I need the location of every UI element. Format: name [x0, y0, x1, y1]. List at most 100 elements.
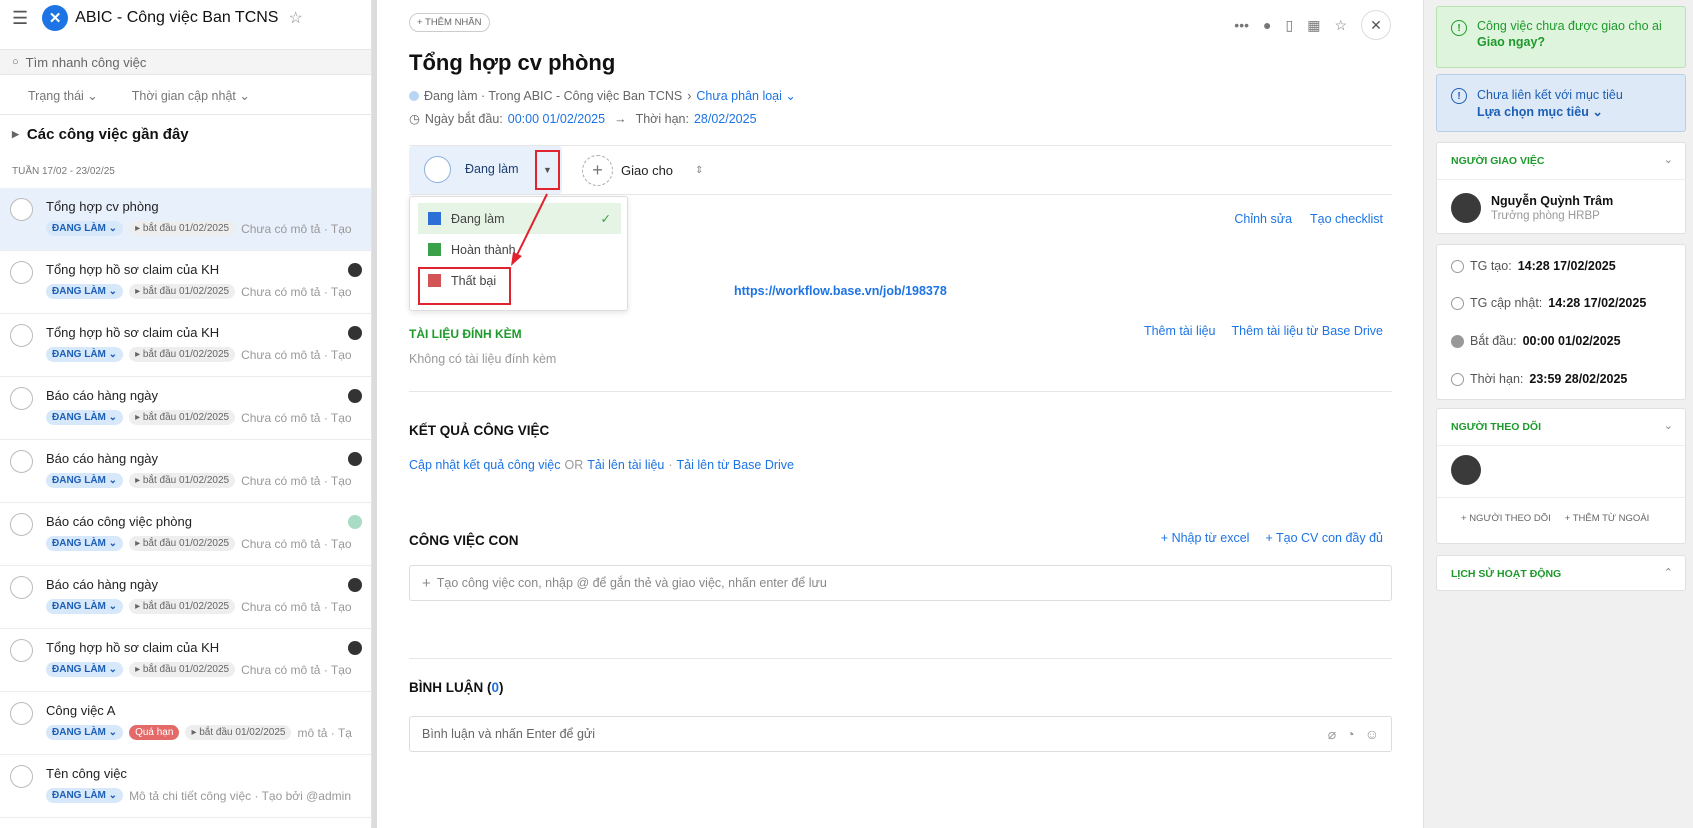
- status-badge[interactable]: ĐANG LÀM ⌄: [46, 536, 124, 551]
- start-chip: ▸ bắt đầu 01/02/2025: [129, 662, 236, 677]
- chevron-up-icon[interactable]: ⌃: [1664, 566, 1673, 579]
- task-desc: Mô tả chi tiết công việc · Tạo bởi @admi…: [129, 788, 351, 803]
- followers-card: NGƯỜI THEO DÕI ⌄ + NGƯỜI THEO DÕI + THÊM…: [1436, 408, 1686, 544]
- task-item[interactable]: Báo cáo hàng ngày ĐANG LÀM ⌄ ▸ bắt đầu 01…: [0, 377, 371, 440]
- task-checkbox[interactable]: [10, 450, 33, 473]
- task-item[interactable]: Công việc A ĐANG LÀM ⌄ Quá hạn ▸ bắt đầu 0…: [0, 692, 371, 755]
- star-icon[interactable]: ☆: [288, 8, 302, 28]
- avatar: [348, 452, 362, 466]
- task-checkbox[interactable]: [10, 576, 33, 599]
- task-item[interactable]: Tổng hợp cv phòng ĐANG LÀM ⌄ ▸ bắt đầu 01…: [0, 188, 371, 251]
- start-chip: ▸ bắt đầu 01/02/2025: [129, 473, 236, 488]
- hamburger-menu-icon[interactable]: ☰: [12, 8, 28, 29]
- time-filter[interactable]: Thời gian cập nhật ⌄: [132, 88, 250, 103]
- start-chip: ▸ bắt đầu 01/02/2025: [129, 284, 236, 299]
- select-goal-link[interactable]: Lựa chọn mục tiêu ⌄: [1477, 104, 1671, 119]
- chevron-down-icon[interactable]: ⌄: [1664, 153, 1673, 166]
- task-checkbox[interactable]: [10, 639, 33, 662]
- start-chip: ▸ bắt đầu 01/02/2025: [129, 410, 236, 425]
- task-name: Báo cáo hàng ngày: [46, 451, 159, 466]
- play-icon: [1451, 334, 1464, 348]
- add-follower-button[interactable]: + NGƯỜI THEO DÕI: [1461, 513, 1551, 524]
- status-badge[interactable]: ĐANG LÀM ⌄: [46, 788, 124, 803]
- user-icon: [1451, 259, 1464, 273]
- avatar: [348, 641, 362, 655]
- start-chip: ▸ bắt đầu 01/02/2025: [129, 221, 236, 236]
- task-desc: Chưa có mô tả · Tạo: [241, 410, 352, 425]
- task-checkbox[interactable]: [10, 765, 33, 788]
- task-name: Tổng hợp hồ sơ claim của KH: [46, 325, 220, 340]
- assign-alert: ! Công việc chưa được giao cho ai Giao n…: [1436, 6, 1686, 68]
- card-title: NGƯỜI THEO DÕI: [1451, 421, 1542, 433]
- status-badge[interactable]: ĐANG LÀM ⌄: [46, 347, 124, 362]
- avatar: [348, 263, 362, 277]
- assign-now-link[interactable]: Giao ngay?: [1477, 35, 1671, 49]
- task-desc: Chưa có mô tả · Tạo: [241, 284, 352, 299]
- status-badge[interactable]: ĐANG LÀM ⌄: [46, 599, 124, 614]
- task-item[interactable]: Tổng hợp hồ sơ claim của KH ĐANG LÀM ⌄ ▸ …: [0, 629, 371, 692]
- start-chip: ▸ bắt đầu 01/02/2025: [129, 536, 236, 551]
- avatar: [1451, 455, 1481, 485]
- task-desc: Chưa có mô tả · Tạo: [241, 536, 352, 551]
- task-name: Báo cáo công việc phòng: [46, 514, 192, 529]
- task-item[interactable]: Tổng hợp hồ sơ claim của KH ĐANG LÀM ⌄ ▸ …: [0, 251, 371, 314]
- caret-right-icon: ▶: [12, 129, 19, 139]
- history-card[interactable]: LỊCH SỬ HOẠT ĐỘNG ⌃: [1436, 555, 1686, 591]
- clock-icon: [1451, 296, 1464, 310]
- assigner-card: NGƯỜI GIAO VIỆC ⌄ Nguyễn Quỳnh Trâm Trưở…: [1436, 142, 1686, 234]
- status-badge[interactable]: ĐANG LÀM ⌄: [46, 410, 124, 425]
- task-name: Tên công việc: [46, 766, 127, 781]
- task-desc: Chưa có mô tả · Tạo: [241, 347, 352, 362]
- status-filter[interactable]: Trạng thái ⌄: [28, 88, 98, 103]
- created-value: 14:28 17/02/2025: [1517, 259, 1616, 273]
- goal-alert: ! Chưa liên kết với mục tiêu Lựa chọn mụ…: [1436, 74, 1686, 132]
- status-badge[interactable]: ĐANG LÀM ⌄: [46, 221, 124, 236]
- avatar: [348, 389, 362, 403]
- task-item[interactable]: Tên công việc ĐANG LÀM ⌄ Mô tả chi tiết c…: [0, 755, 371, 818]
- task-item[interactable]: Báo cáo hàng ngày ĐANG LÀM ⌄ ▸ bắt đầu 01…: [0, 440, 371, 503]
- left-header: ☰ ✕ ABIC - Công việc Ban TCNS ☆: [0, 0, 371, 36]
- avatar: [1451, 193, 1481, 223]
- task-item[interactable]: Báo cáo hàng ngày ĐANG LÀM ⌄ ▸ bắt đầu 01…: [0, 566, 371, 629]
- due-value: 23:59 28/02/2025: [1529, 372, 1628, 386]
- task-checkbox[interactable]: [10, 198, 33, 221]
- recent-tasks-section[interactable]: ▶ Các công việc gần đây: [12, 126, 189, 143]
- task-checkbox[interactable]: [10, 702, 33, 725]
- task-desc: Chưa có mô tả · Tạo: [241, 221, 352, 236]
- status-badge[interactable]: ĐANG LÀM ⌄: [46, 662, 124, 677]
- task-checkbox[interactable]: [10, 513, 33, 536]
- task-list-panel: ☰ ✕ ABIC - Công việc Ban TCNS ☆ ○ Tìm nh…: [0, 0, 372, 828]
- updated-value: 14:28 17/02/2025: [1548, 296, 1647, 310]
- filters: Trạng thái ⌄ Thời gian cập nhật ⌄: [28, 88, 250, 103]
- chevron-down-icon[interactable]: ⌄: [1664, 419, 1673, 432]
- alert-icon: !: [1451, 88, 1467, 104]
- add-external-button[interactable]: + THÊM TỪ NGOÀI: [1565, 513, 1650, 524]
- task-name: Tổng hợp cv phòng: [46, 199, 159, 214]
- status-badge[interactable]: ĐANG LÀM ⌄: [46, 725, 124, 740]
- overdue-badge: Quá hạn: [129, 725, 180, 740]
- task-item[interactable]: Tổng hợp hồ sơ claim của KH ĐANG LÀM ⌄ ▸ …: [0, 314, 371, 377]
- task-name: Tổng hợp hồ sơ claim của KH: [46, 262, 220, 277]
- alert-text: Chưa liên kết với mục tiêu: [1477, 88, 1623, 102]
- task-item[interactable]: Báo cáo công việc phòng ĐANG LÀM ⌄ ▸ bắt …: [0, 503, 371, 566]
- status-badge[interactable]: ĐANG LÀM ⌄: [46, 473, 124, 488]
- task-desc: Chưa có mô tả · Tạo: [241, 599, 352, 614]
- task-detail: + THÊM NHÃN ••• ● ▯ ▦ ☆ ✕ Tổng hợp cv ph…: [377, 0, 1423, 828]
- task-desc: mô tả · Tạ: [297, 725, 352, 740]
- clock-icon: [1451, 372, 1464, 386]
- search-input[interactable]: ○ Tìm nhanh công việc: [0, 49, 371, 75]
- task-name: Tổng hợp hồ sơ claim của KH: [46, 640, 220, 655]
- assigner-role: Trưởng phòng HRBP: [1491, 210, 1600, 222]
- start-chip: ▸ bắt đầu 01/02/2025: [129, 347, 236, 362]
- task-checkbox[interactable]: [10, 261, 33, 284]
- search-placeholder: Tìm nhanh công việc: [25, 54, 147, 70]
- task-checkbox[interactable]: [10, 387, 33, 410]
- avatar: [348, 578, 362, 592]
- week-label: TUẦN 17/02 - 23/02/25: [12, 166, 115, 177]
- task-name: Báo cáo hàng ngày: [46, 577, 159, 592]
- task-checkbox[interactable]: [10, 324, 33, 347]
- task-name: Báo cáo hàng ngày: [46, 388, 159, 403]
- app-logo-icon: ✕: [42, 5, 69, 31]
- status-badge[interactable]: ĐANG LÀM ⌄: [46, 284, 124, 299]
- assigner-name: Nguyễn Quỳnh Trâm: [1491, 194, 1614, 208]
